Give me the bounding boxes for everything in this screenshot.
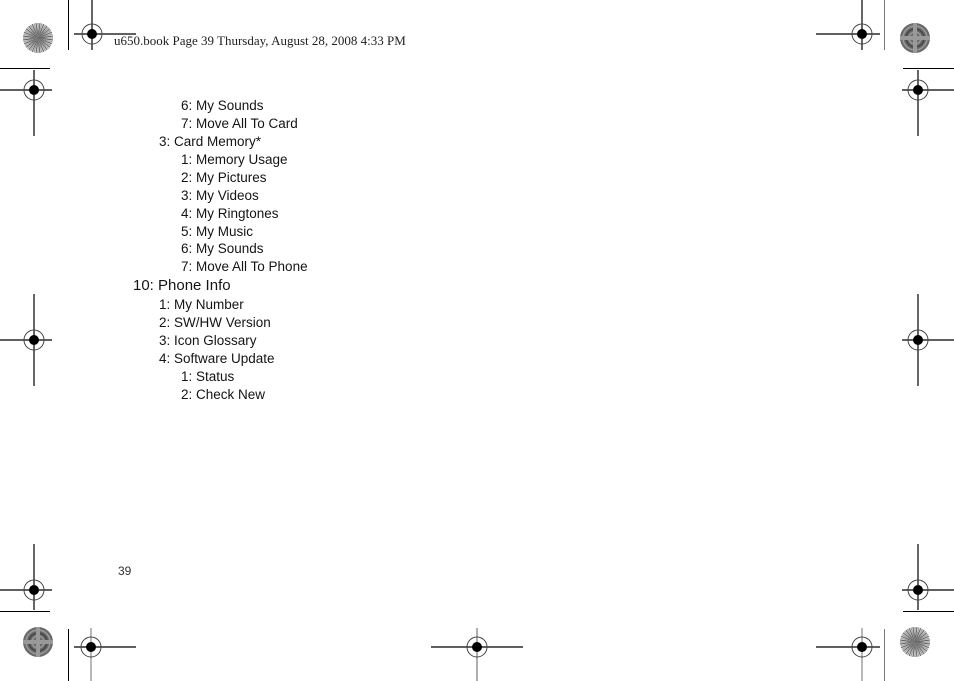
crop-line xyxy=(68,0,69,50)
list-item: 6: My Sounds xyxy=(181,241,264,256)
crop-line xyxy=(68,629,69,681)
list-item: 2: My Pictures xyxy=(181,170,267,185)
list-item: 4: My Ringtones xyxy=(181,206,279,221)
crosshair-registration-icon xyxy=(0,544,52,610)
section-heading: 10: Phone Info xyxy=(133,277,231,294)
list-item: 3: My Videos xyxy=(181,188,259,203)
crop-line xyxy=(0,68,50,69)
list-item: 3: Icon Glossary xyxy=(159,333,257,348)
starburst-print-mark-icon xyxy=(900,627,930,657)
starburst-print-mark-icon xyxy=(23,23,53,53)
color-wheel-print-mark-icon xyxy=(23,627,53,657)
crosshair-registration-icon xyxy=(0,294,52,386)
list-item: 2: Check New xyxy=(181,387,266,402)
list-item: 4: Software Update xyxy=(159,351,275,366)
color-wheel-print-mark-icon xyxy=(900,23,930,53)
crosshair-registration-icon xyxy=(431,628,523,681)
list-item: 6: My Sounds xyxy=(181,98,264,113)
list-item: 7: Move All To Phone xyxy=(181,259,308,274)
print-header: u650.book Page 39 Thursday, August 28, 2… xyxy=(114,33,406,48)
list-item: 1: My Number xyxy=(159,297,244,312)
crosshair-registration-icon xyxy=(902,294,954,386)
crop-line xyxy=(903,611,954,612)
crop-line xyxy=(884,0,885,50)
list-item: 2: SW/HW Version xyxy=(159,315,271,330)
crosshair-registration-icon xyxy=(816,628,880,681)
crosshair-registration-icon xyxy=(816,0,880,50)
list-item: 3: Card Memory* xyxy=(159,134,262,149)
page-number: 39 xyxy=(118,564,132,578)
crosshair-registration-icon xyxy=(74,628,136,681)
list-item: 1: Status xyxy=(181,369,235,384)
crop-line xyxy=(0,611,50,612)
list-item: 5: My Music xyxy=(181,224,254,239)
crosshair-registration-icon xyxy=(0,70,52,136)
crosshair-registration-icon xyxy=(74,0,136,50)
crosshair-registration-icon xyxy=(902,70,954,136)
crop-line xyxy=(884,629,885,681)
crosshair-registration-icon xyxy=(902,544,954,610)
crop-line xyxy=(903,68,954,69)
list-item: 1: Memory Usage xyxy=(181,152,288,167)
list-item: 7: Move All To Card xyxy=(181,116,298,131)
